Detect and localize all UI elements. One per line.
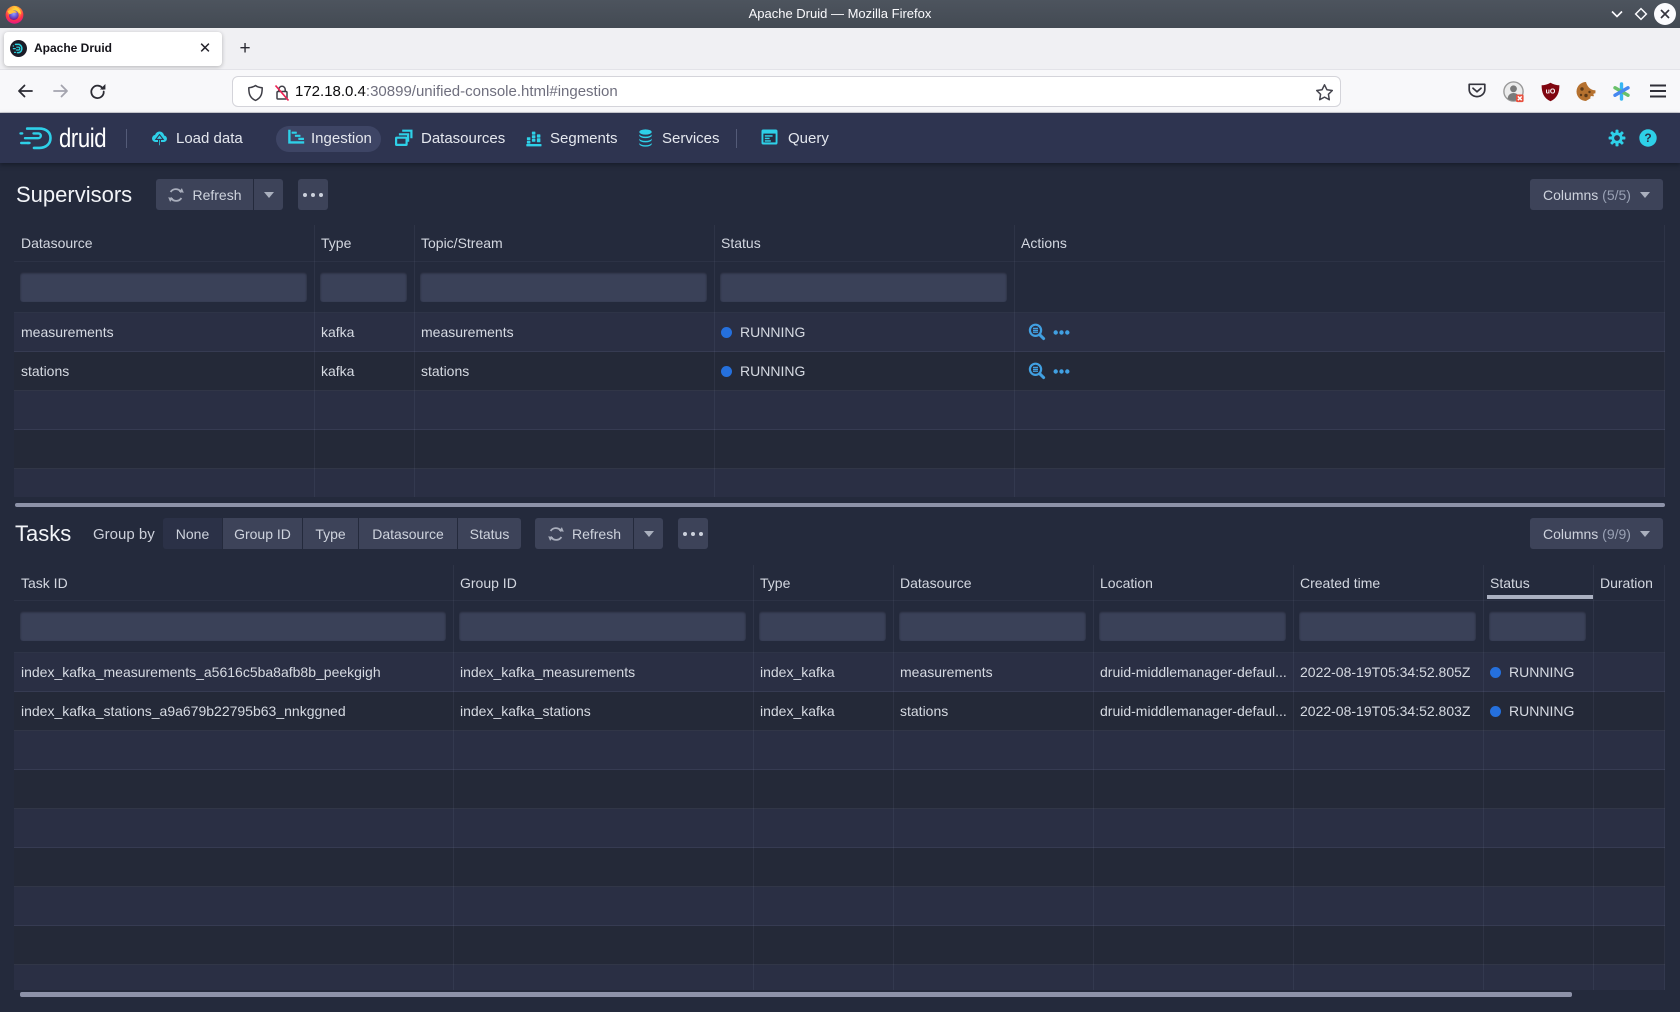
svg-text:?: ? [1644,131,1651,145]
svg-text:uO: uO [1546,88,1556,95]
